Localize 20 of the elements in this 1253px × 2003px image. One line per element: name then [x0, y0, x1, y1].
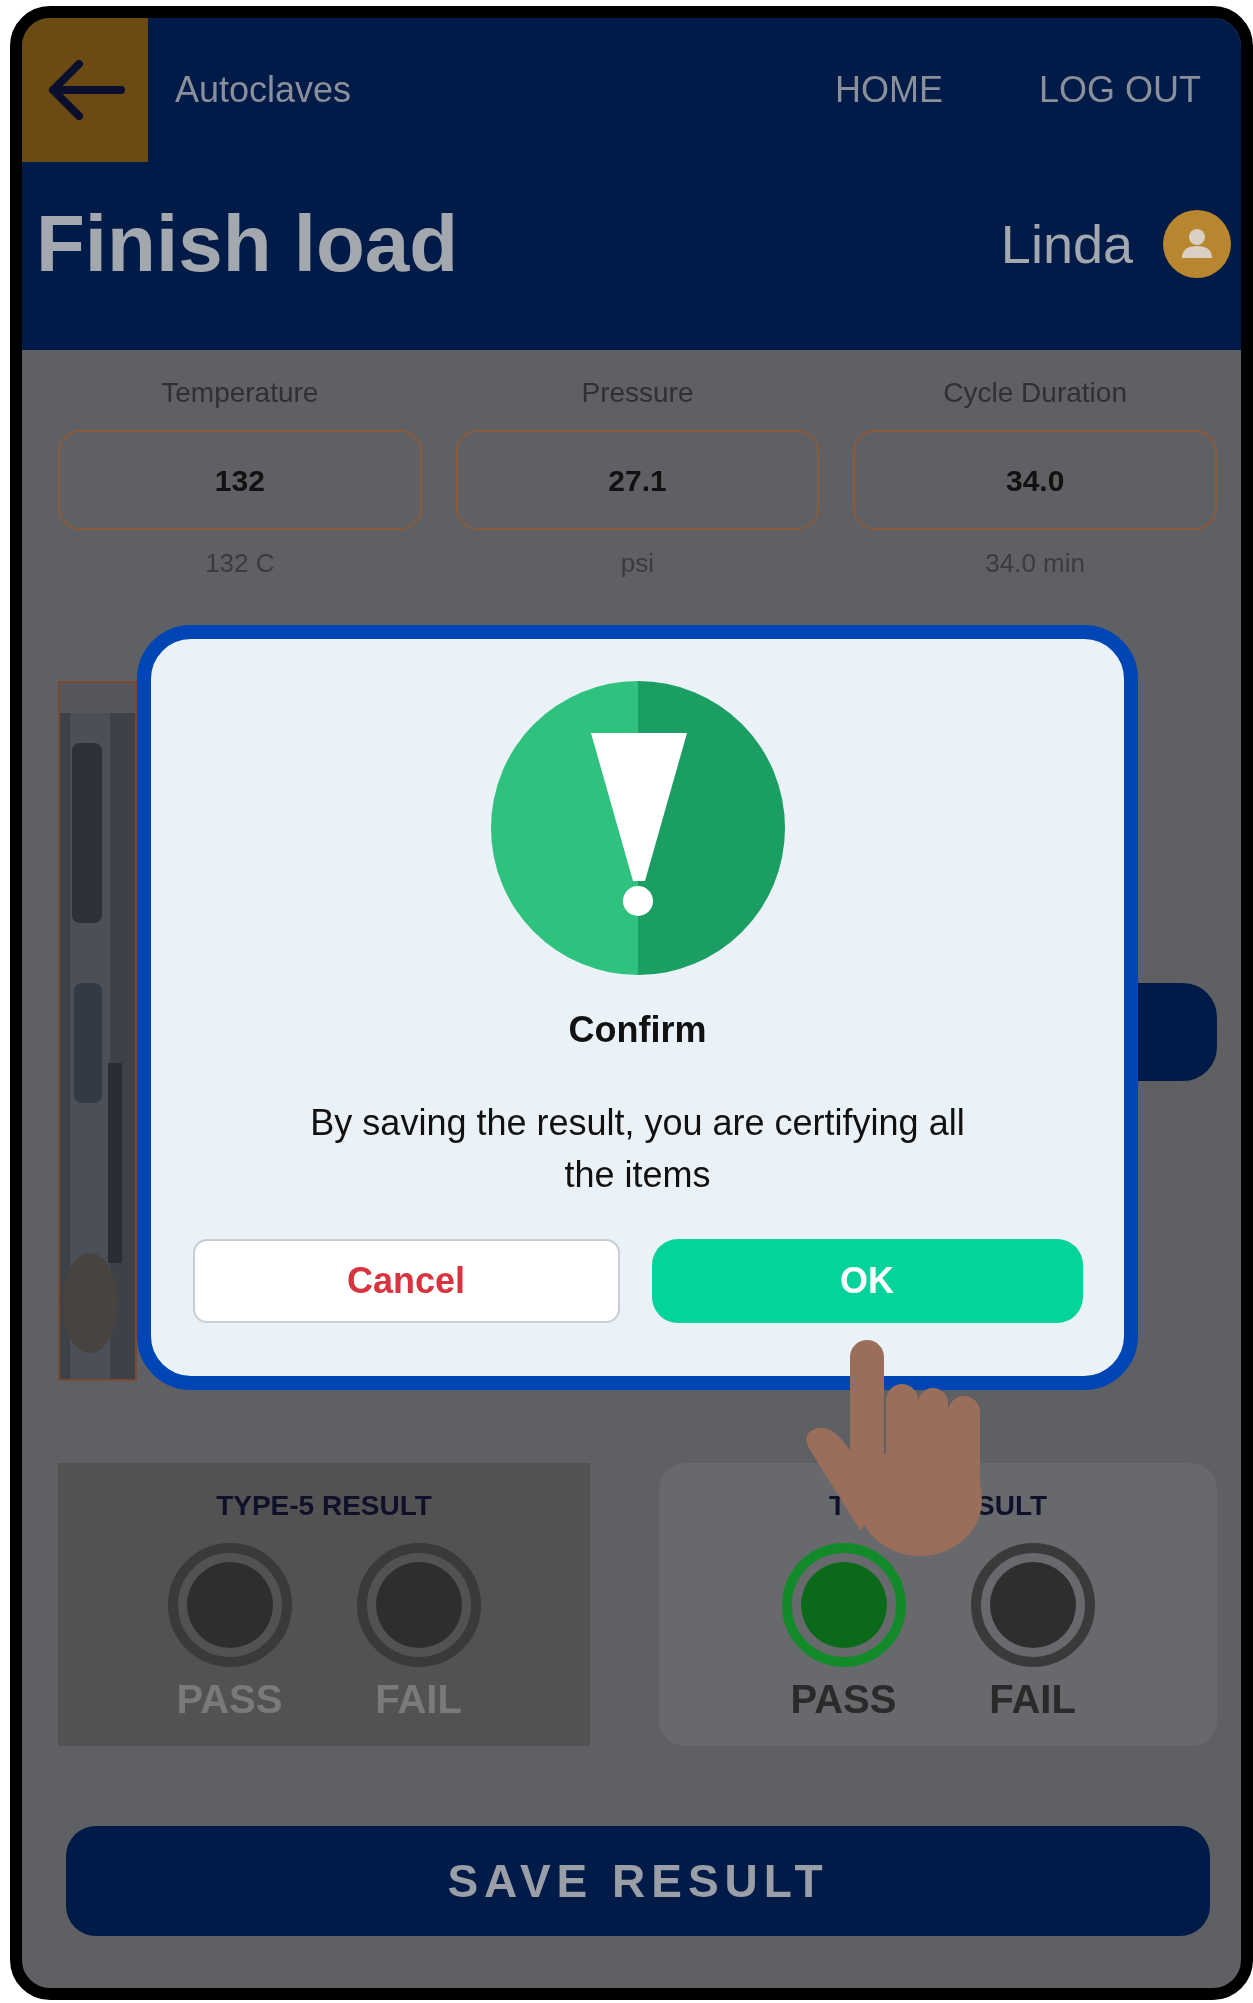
dialog-message: By saving the result, you are certifying all the items: [309, 1101, 966, 1197]
cancel-button[interactable]: Cancel: [192, 1239, 620, 1323]
user-name: Linda: [1000, 212, 1133, 276]
page-title: Finish load: [36, 198, 459, 290]
nav-link[interactable]: LOG OUT: [1038, 63, 1201, 117]
nav-link[interactable]: HOME: [834, 63, 943, 117]
partial-button[interactable]: [1138, 983, 1217, 1081]
radio-button[interactable]: [970, 1543, 1095, 1667]
result-heading: TYPE-5 RESULT: [216, 1489, 432, 1523]
back-button[interactable]: [22, 18, 148, 162]
exclamation-icon: [490, 681, 785, 975]
save-result-button[interactable]: SAVE RESULT: [66, 1826, 1210, 1936]
option-label: FAIL: [989, 1676, 1076, 1723]
value-field[interactable]: 132: [58, 430, 422, 530]
value-field[interactable]: 34.0: [853, 430, 1217, 530]
option-label: PASS: [790, 1676, 897, 1723]
value-field[interactable]: 27.1: [455, 430, 820, 530]
radio-button[interactable]: [781, 1543, 906, 1667]
dialog-title: Confirm: [568, 1008, 707, 1052]
section-title: Autoclaves: [175, 68, 352, 112]
